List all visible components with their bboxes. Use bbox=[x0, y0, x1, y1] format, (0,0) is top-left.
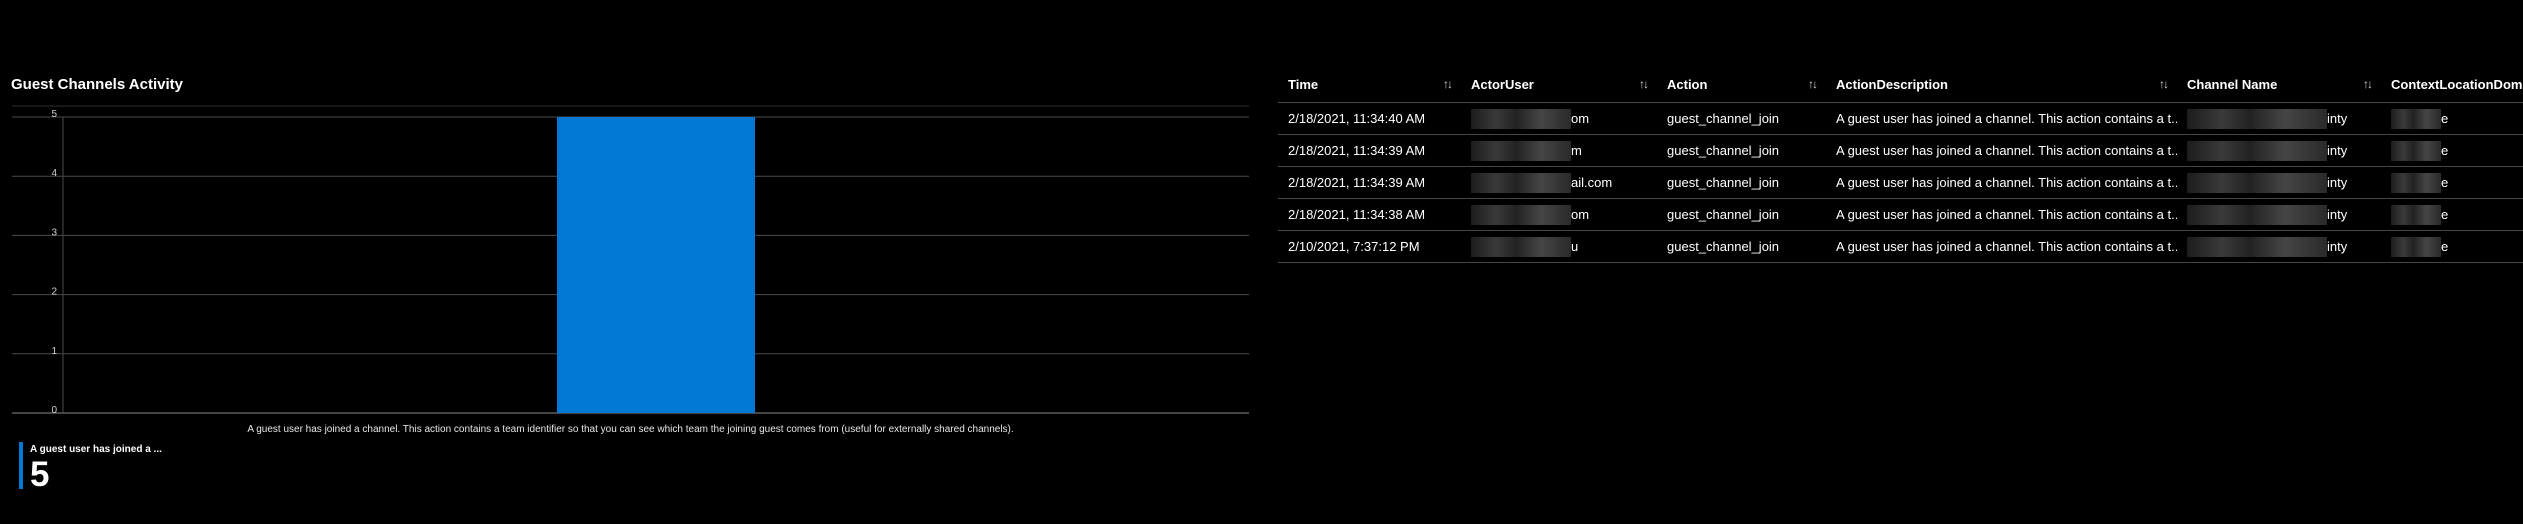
activity-table: Time ↑↓ ActorUser ↑↓ Action ↑↓ ActionDescripti… bbox=[1278, 66, 2523, 263]
column-header-label: ActorUser bbox=[1471, 76, 1534, 92]
column-header[interactable]: Action ↑↓ bbox=[1657, 66, 1826, 103]
y-tick-label: 4 bbox=[51, 168, 57, 179]
column-header[interactable]: ActorUser ↑↓ bbox=[1461, 66, 1657, 103]
column-header[interactable]: ContextLocationDoma bbox=[2381, 66, 2523, 103]
cell-actor-user-text: m bbox=[1571, 143, 1582, 158]
cell-actor-user: om bbox=[1461, 198, 1657, 231]
redacted-block bbox=[2187, 236, 2327, 257]
table-body: 2/18/2021, 11:34:40 AM om guest_channel_jo… bbox=[1278, 102, 2523, 263]
cell-action-description: A guest user has joined a channel. This … bbox=[1826, 102, 2177, 135]
cell-time: 2/18/2021, 11:34:40 AM bbox=[1278, 102, 1461, 135]
column-header-label: Time bbox=[1288, 76, 1319, 92]
y-tick-label: 1 bbox=[51, 346, 57, 357]
cell-channel-name: inty bbox=[2177, 198, 2381, 231]
redacted-block bbox=[1471, 108, 1571, 129]
cell-actor-user: m bbox=[1461, 134, 1657, 167]
redacted-block bbox=[2187, 172, 2327, 193]
redacted-block bbox=[1471, 204, 1571, 225]
cell-action: guest_channel_join bbox=[1657, 166, 1826, 199]
table-header-row: Time ↑↓ ActorUser ↑↓ Action ↑↓ ActionDescripti… bbox=[1278, 66, 2523, 103]
cell-actor-user: u bbox=[1461, 230, 1657, 263]
cell-action-description: A guest user has joined a channel. This … bbox=[1826, 166, 2177, 199]
cell-channel-name: inty bbox=[2177, 102, 2381, 135]
column-header[interactable]: ActionDescription ↑↓ bbox=[1826, 66, 2177, 103]
cell-action-description: A guest user has joined a channel. This … bbox=[1826, 230, 2177, 263]
cell-actor-user-text: om bbox=[1571, 207, 1590, 222]
cell-channel-name: inty bbox=[2177, 230, 2381, 263]
sort-arrows-icon[interactable]: ↑↓ bbox=[1639, 77, 1649, 91]
bar-chart: 0 1 2 3 4 5 bbox=[12, 105, 1249, 416]
cell-channel-name-text: inty bbox=[2327, 143, 2348, 158]
redacted-block bbox=[2391, 236, 2441, 257]
cell-time: 2/18/2021, 11:34:38 AM bbox=[1278, 198, 1461, 231]
cell-channel-name: inty bbox=[2177, 134, 2381, 167]
cell-action: guest_channel_join bbox=[1657, 230, 1826, 263]
kpi-value: 5 bbox=[30, 455, 50, 494]
cell-channel-name-text: inty bbox=[2327, 239, 2348, 254]
redacted-block bbox=[1471, 172, 1571, 193]
cell-actor-user-text: u bbox=[1571, 239, 1579, 254]
table-row[interactable]: 2/18/2021, 11:34:40 AM om guest_channel_jo… bbox=[1278, 102, 2523, 135]
redacted-block bbox=[2391, 140, 2441, 161]
cell-context-location: e bbox=[2381, 134, 2523, 167]
y-tick-label: 3 bbox=[51, 227, 57, 238]
cell-context-location-text: e bbox=[2441, 111, 2449, 126]
cell-context-location: e bbox=[2381, 102, 2523, 135]
cell-context-location: e bbox=[2381, 198, 2523, 231]
y-tick-label: 2 bbox=[51, 287, 57, 298]
column-header-label: ContextLocationDoma bbox=[2391, 76, 2523, 92]
column-header-label: ActionDescription bbox=[1836, 76, 1948, 92]
cell-action: guest_channel_join bbox=[1657, 134, 1826, 167]
chart-panel: Guest Channels Activity 012345 A guest u… bbox=[0, 0, 1260, 524]
redacted-block bbox=[2391, 108, 2441, 129]
cell-actor-user: om bbox=[1461, 102, 1657, 135]
sort-arrows-icon[interactable]: ↑↓ bbox=[1443, 77, 1453, 91]
cell-action: guest_channel_join bbox=[1657, 102, 1826, 135]
redacted-block bbox=[2391, 204, 2441, 225]
redacted-block bbox=[2187, 108, 2327, 129]
cell-context-location-text: e bbox=[2441, 207, 2449, 222]
column-header[interactable]: Time ↑↓ bbox=[1278, 66, 1461, 103]
table-row[interactable]: 2/18/2021, 11:34:38 AM om guest_channel_jo… bbox=[1278, 198, 2523, 231]
redacted-block bbox=[2187, 140, 2327, 161]
redacted-block bbox=[2187, 204, 2327, 225]
sort-arrows-icon[interactable]: ↑↓ bbox=[1808, 77, 1818, 91]
table-row[interactable]: 2/18/2021, 11:34:39 AM ail.com guest_chann… bbox=[1278, 166, 2523, 199]
redacted-block bbox=[1471, 140, 1571, 161]
cell-channel-name-text: inty bbox=[2327, 207, 2348, 222]
sort-arrows-icon[interactable]: ↑↓ bbox=[2363, 77, 2373, 91]
cell-action-description: A guest user has joined a channel. This … bbox=[1826, 198, 2177, 231]
cell-actor-user-text: ail.com bbox=[1571, 175, 1613, 190]
cell-action-description: A guest user has joined a channel. This … bbox=[1826, 134, 2177, 167]
y-tick-label: 5 bbox=[51, 109, 57, 120]
cell-time: 2/10/2021, 7:37:12 PM bbox=[1278, 230, 1461, 263]
cell-context-location-text: e bbox=[2441, 175, 2449, 190]
bar bbox=[557, 117, 755, 413]
cell-time: 2/18/2021, 11:34:39 AM bbox=[1278, 134, 1461, 167]
cell-actor-user-text: om bbox=[1571, 111, 1590, 126]
cell-context-location: e bbox=[2381, 230, 2523, 263]
sort-arrows-icon[interactable]: ↑↓ bbox=[2159, 77, 2169, 91]
cell-channel-name-text: inty bbox=[2327, 111, 2348, 126]
kpi-label: A guest user has joined a ... bbox=[30, 444, 162, 455]
table-row[interactable]: 2/18/2021, 11:34:39 AM m guest_channel_joi… bbox=[1278, 134, 2523, 167]
y-tick-label: 0 bbox=[51, 405, 57, 416]
redacted-block bbox=[2391, 172, 2441, 193]
column-header-label: Action bbox=[1667, 76, 1708, 92]
chart-category-label: A guest user has joined a channel. This … bbox=[247, 424, 1014, 435]
cell-time: 2/18/2021, 11:34:39 AM bbox=[1278, 166, 1461, 199]
kpi-accent-bar bbox=[19, 442, 23, 489]
cell-action: guest_channel_join bbox=[1657, 198, 1826, 231]
cell-channel-name-text: inty bbox=[2327, 175, 2348, 190]
cell-context-location: e bbox=[2381, 166, 2523, 199]
cell-context-location-text: e bbox=[2441, 143, 2449, 158]
redacted-block bbox=[1471, 236, 1571, 257]
table-row[interactable]: 2/10/2021, 7:37:12 PM u guest_channel_join… bbox=[1278, 230, 2523, 263]
cell-actor-user: ail.com bbox=[1461, 166, 1657, 199]
cell-context-location-text: e bbox=[2441, 239, 2449, 254]
activity-table-panel: Time ↑↓ ActorUser ↑↓ Action ↑↓ ActionDescripti… bbox=[1278, 66, 2523, 286]
column-header[interactable]: Channel Name ↑↓ bbox=[2177, 66, 2381, 103]
column-header-label: Channel Name bbox=[2187, 76, 2278, 92]
cell-channel-name: inty bbox=[2177, 166, 2381, 199]
